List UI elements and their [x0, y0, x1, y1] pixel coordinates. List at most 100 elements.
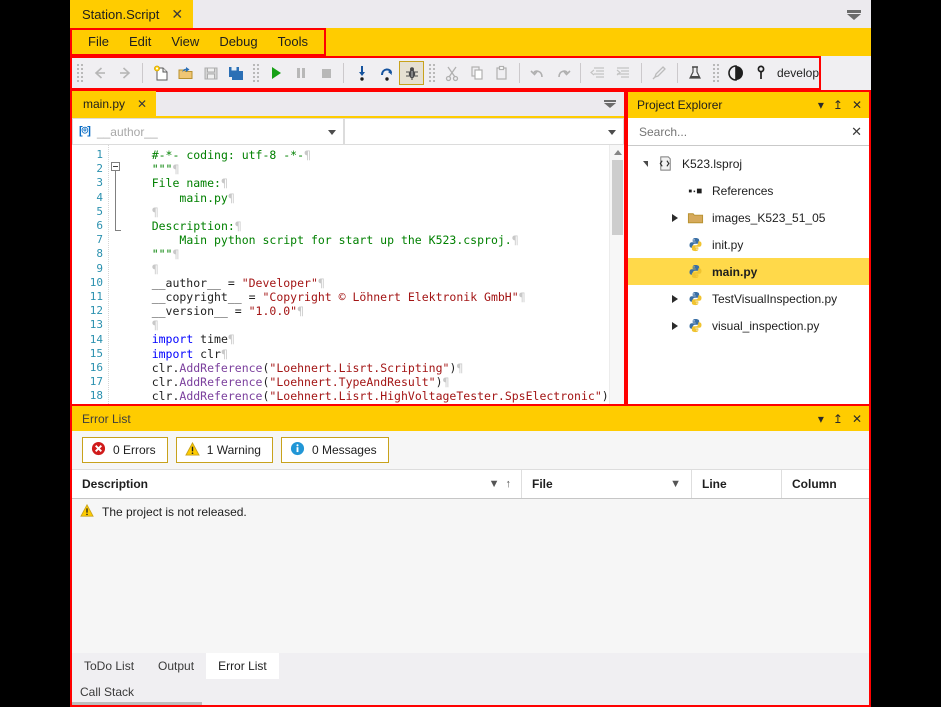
pin-icon[interactable]: ↥ — [833, 98, 843, 112]
redo-icon[interactable] — [550, 61, 575, 85]
tree-item[interactable]: References — [628, 177, 869, 204]
tree-item[interactable]: init.py — [628, 231, 869, 258]
code-token: Description: — [151, 218, 235, 233]
menu-item-debug[interactable]: Debug — [209, 30, 267, 54]
tab-error-list[interactable]: Error List — [206, 653, 279, 679]
code-line[interactable]: __version__ = "1.0.0"¶ — [124, 304, 624, 318]
forward-icon[interactable] — [112, 61, 137, 85]
secondary-dropdown[interactable] — [344, 118, 624, 145]
branch-icon[interactable] — [748, 61, 773, 85]
column-header-file[interactable]: File ▼ — [522, 470, 692, 498]
tree-item[interactable]: K523.lsproj — [628, 150, 869, 177]
column-header-description[interactable]: Description ▼ ↑ — [72, 470, 522, 498]
code-line[interactable]: ¶ — [124, 262, 624, 276]
code-line[interactable]: Description:¶ — [124, 219, 624, 233]
source-control-icon[interactable] — [723, 61, 748, 85]
code-line[interactable]: import clr¶ — [124, 347, 624, 361]
step-into-icon[interactable] — [349, 61, 374, 85]
debug-bug-icon[interactable] — [399, 61, 425, 85]
open-folder-icon[interactable] — [173, 61, 198, 85]
menu-item-edit[interactable]: Edit — [119, 30, 161, 54]
run-icon[interactable] — [264, 61, 289, 85]
code-line[interactable]: File name:¶ — [124, 176, 624, 190]
menu-item-view[interactable]: View — [161, 30, 209, 54]
column-header-column[interactable]: Column — [782, 470, 869, 498]
scrollbar-thumb[interactable] — [612, 160, 623, 235]
tab-overflow-icon[interactable] — [604, 100, 616, 108]
errors-filter-button[interactable]: 0 Errors — [82, 437, 168, 463]
save-icon[interactable] — [198, 61, 223, 85]
code-line[interactable]: """¶ — [124, 162, 624, 176]
call-stack-bar[interactable]: Call Stack — [72, 679, 869, 705]
window-title-tab[interactable]: Station.Script ✕ — [70, 0, 194, 28]
chevron-down-icon[interactable] — [608, 130, 616, 135]
back-icon[interactable] — [88, 61, 113, 85]
new-file-icon[interactable] — [148, 61, 173, 85]
tree-item[interactable]: visual_inspection.py — [628, 312, 869, 339]
tree-item[interactable]: images_K523_51_05 — [628, 204, 869, 231]
clean-icon[interactable] — [647, 61, 672, 85]
pause-icon[interactable] — [288, 61, 313, 85]
code-line[interactable]: __author__ = "Developer"¶ — [124, 276, 624, 290]
close-icon[interactable]: ✕ — [171, 6, 183, 23]
close-icon[interactable]: ✕ — [137, 97, 147, 111]
titlebar-overflow-icon[interactable] — [847, 10, 861, 20]
error-list-rows[interactable]: The project is not released. — [72, 499, 869, 653]
tab-main-py[interactable]: main.py ✕ — [72, 91, 157, 117]
code-line[interactable]: Main python script for start up the K523… — [124, 233, 624, 247]
chevron-right-icon[interactable] — [666, 321, 684, 330]
chevron-down-icon[interactable]: ▾ — [818, 98, 824, 112]
toolbar-grip-3[interactable] — [427, 62, 437, 84]
filter-icon[interactable]: ▼ — [670, 478, 681, 490]
save-all-icon[interactable] — [223, 61, 248, 85]
tree-item-selected[interactable]: main.py — [628, 258, 869, 285]
close-icon[interactable]: ✕ — [852, 412, 862, 426]
code-line[interactable]: clr.AddReference("Loehnert.TypeAndResult… — [124, 375, 624, 389]
test-flask-icon[interactable] — [683, 61, 708, 85]
indent-icon[interactable] — [611, 61, 636, 85]
member-dropdown[interactable]: [⌾] __author__ — [72, 118, 344, 145]
cut-icon[interactable] — [440, 61, 465, 85]
copy-icon[interactable] — [465, 61, 490, 85]
code-line[interactable]: import time¶ — [124, 332, 624, 346]
menu-item-tools[interactable]: Tools — [268, 30, 318, 54]
toolbar-grip-4[interactable] — [710, 62, 721, 84]
code-line[interactable]: main.py¶ — [124, 191, 624, 205]
close-icon[interactable]: ✕ — [852, 98, 862, 112]
code-line[interactable]: __copyright__ = "Copyright © Löhnert Ele… — [124, 290, 624, 304]
code-line[interactable]: clr.AddReference("Loehnert.Lisrt.HighVol… — [124, 389, 624, 403]
stop-icon[interactable] — [313, 61, 338, 85]
code-line[interactable]: ¶ — [124, 205, 624, 219]
menu-item-file[interactable]: File — [78, 30, 119, 54]
scroll-up-icon[interactable] — [610, 145, 624, 160]
chevron-right-icon[interactable] — [666, 294, 684, 303]
chevron-down-icon[interactable] — [636, 160, 654, 167]
toolbar-grip-2[interactable] — [250, 62, 261, 84]
messages-filter-button[interactable]: 0 Messages — [280, 437, 389, 463]
undo-icon[interactable] — [525, 61, 550, 85]
chevron-down-icon[interactable]: ▾ — [818, 412, 824, 426]
pin-icon[interactable]: ↥ — [833, 412, 843, 426]
tab-output[interactable]: Output — [146, 653, 206, 679]
paste-icon[interactable] — [489, 61, 514, 85]
warnings-filter-button[interactable]: 1 Warning — [175, 437, 273, 463]
toolbar-grip[interactable] — [75, 62, 85, 84]
sort-ascending-icon[interactable]: ↑ — [506, 478, 512, 490]
tab-todo-list[interactable]: ToDo List — [72, 653, 146, 679]
code-line[interactable]: ¶ — [124, 318, 624, 332]
chevron-down-icon[interactable] — [328, 130, 336, 135]
code-line[interactable]: """¶ — [124, 247, 624, 261]
fold-toggle-icon[interactable] — [111, 162, 120, 171]
outdent-icon[interactable] — [586, 61, 611, 85]
branch-label[interactable]: develop — [777, 66, 819, 80]
search-input[interactable] — [637, 123, 852, 140]
code-line[interactable]: clr.AddReference("Loehnert.Lisrt.Scripti… — [124, 361, 624, 375]
tree-item[interactable]: TestVisualInspection.py — [628, 285, 869, 312]
column-header-line[interactable]: Line — [692, 470, 782, 498]
clear-search-icon[interactable]: ✕ — [851, 124, 862, 140]
table-row[interactable]: The project is not released. — [72, 499, 869, 525]
chevron-right-icon[interactable] — [666, 213, 684, 222]
code-line[interactable]: #-*- coding: utf-8 -*-¶ — [124, 148, 624, 162]
step-over-icon[interactable] — [374, 61, 399, 85]
filter-icon[interactable]: ▼ — [489, 478, 500, 490]
